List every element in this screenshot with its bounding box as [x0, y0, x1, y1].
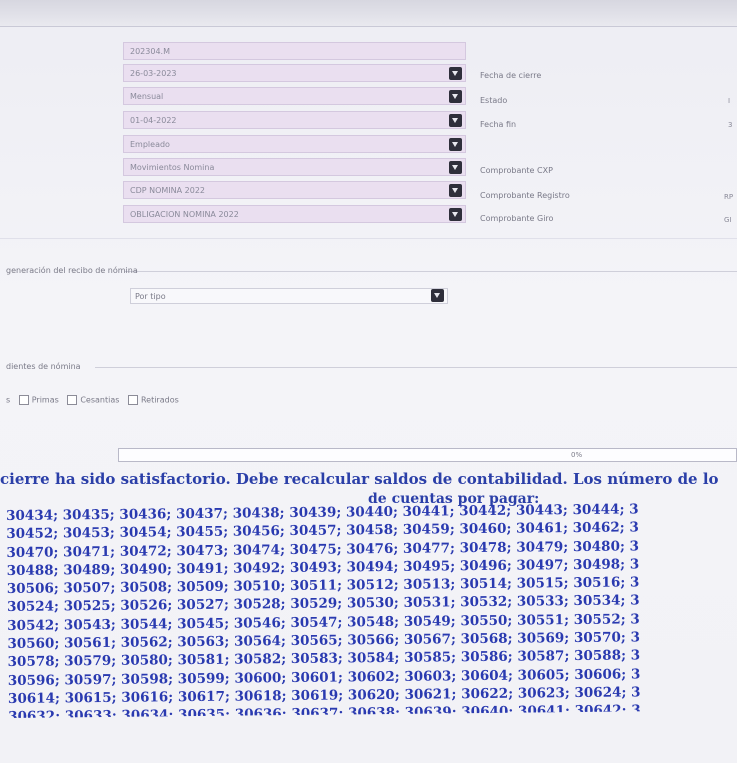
chevron-down-icon[interactable] [449, 138, 462, 151]
cesantias-checkbox[interactable] [67, 395, 78, 405]
retirados-label: Retirados [140, 395, 179, 405]
comprobante-registro-label: Comprobante Registro [480, 191, 570, 200]
pendientes-legend: dientes de nómina [6, 362, 81, 371]
chevron-down-icon[interactable] [449, 161, 462, 174]
empleado-select[interactable]: Empleado [123, 135, 466, 153]
result-message: cierre ha sido satisfactorio. Debe recal… [0, 470, 719, 488]
pendientes-fieldset-border [95, 367, 737, 368]
chevron-down-icon[interactable] [449, 67, 462, 80]
recibo-legend: generación del recibo de nómina [6, 266, 138, 275]
fecha-fin-value[interactable]: 3 [728, 121, 732, 129]
cesantias-label: Cesantias [80, 395, 120, 405]
estado-value[interactable]: I [728, 97, 730, 105]
periodo-field[interactable]: 202304.M [123, 42, 466, 60]
recibo-type-value: Por tipo [135, 292, 166, 301]
movimientos-select[interactable]: Movimientos Nomina [123, 158, 466, 176]
progress-percent: 0% [571, 451, 583, 459]
periodicidad-select[interactable]: Mensual [123, 87, 466, 105]
pendientes-prefix: s [6, 395, 11, 405]
top-bar [0, 0, 737, 27]
fecha-inicio-field[interactable]: 01-04-2022 [123, 111, 466, 129]
cdp-select[interactable]: CDP NOMINA 2022 [123, 181, 466, 199]
retirados-checkbox[interactable] [127, 395, 138, 405]
chevron-down-icon[interactable] [449, 184, 462, 197]
voucher-number-list: 30434; 30435; 30436; 30437; 30438; 30439… [6, 499, 737, 718]
progress-bar: 0% [118, 448, 737, 462]
primas-checkbox[interactable] [18, 395, 29, 405]
chevron-down-icon[interactable] [449, 208, 462, 221]
fecha-cierre-label: Fecha de cierre [480, 71, 542, 80]
comprobante-giro-value[interactable]: GI [724, 216, 732, 224]
comprobante-giro-label: Comprobante Giro [480, 214, 554, 223]
primas-label: Primas [31, 395, 59, 405]
comprobante-registro-value[interactable]: RP [724, 193, 733, 201]
fecha-corte-field[interactable]: 26-03-2023 [123, 64, 466, 82]
chevron-down-icon[interactable] [431, 289, 444, 302]
fecha-fin-label: Fecha fin [480, 120, 517, 129]
chevron-down-icon[interactable] [449, 90, 462, 103]
recibo-fieldset-border [125, 271, 737, 272]
section-divider [0, 238, 737, 239]
obligacion-select[interactable]: OBLIGACION NOMINA 2022 [123, 205, 466, 223]
pendientes-checks: s Primas Cesantias Retirados [6, 395, 179, 405]
screen: 202304.M 26-03-2023 Mensual 01-04-2022 E… [0, 0, 737, 763]
comprobante-cxp-label: Comprobante CXP [480, 166, 553, 175]
chevron-down-icon[interactable] [449, 114, 462, 127]
estado-label: Estado [480, 96, 508, 105]
recibo-type-select[interactable]: Por tipo [130, 288, 448, 304]
